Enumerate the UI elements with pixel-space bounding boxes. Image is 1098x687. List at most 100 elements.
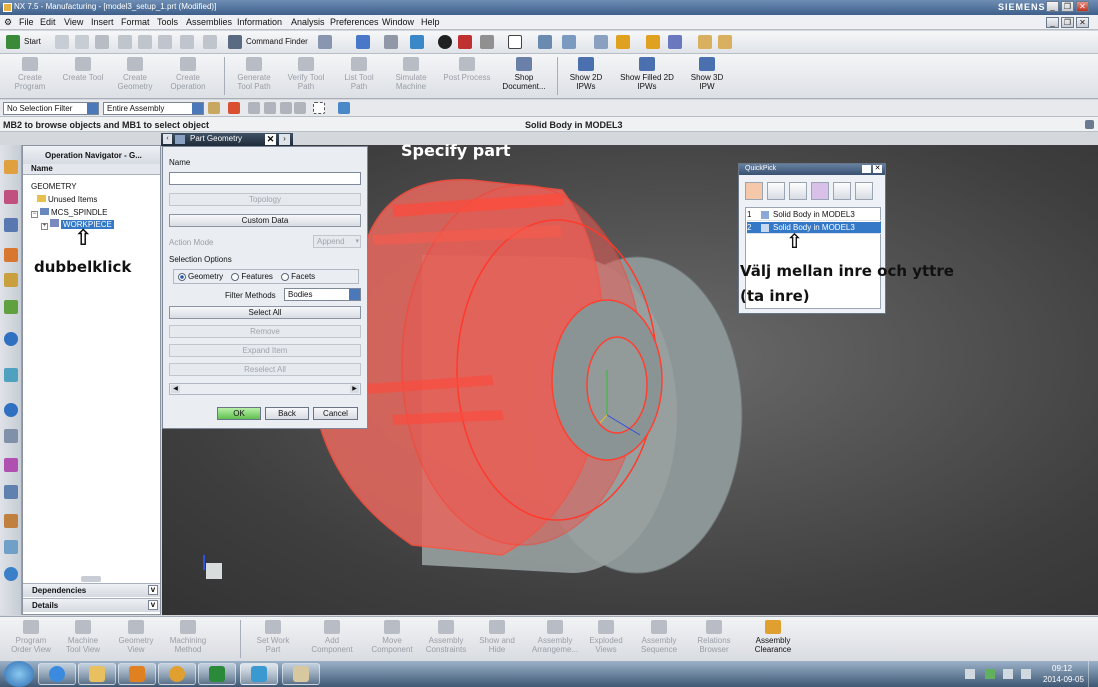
create-tool-button[interactable]: Create Tool bbox=[58, 57, 108, 82]
name-field[interactable] bbox=[169, 172, 361, 185]
chevron-down-icon[interactable]: v bbox=[148, 600, 158, 610]
web-browser-icon[interactable] bbox=[4, 332, 18, 346]
program-order-view-button[interactable]: Program Order View bbox=[6, 620, 56, 654]
open-file-icon[interactable] bbox=[75, 35, 89, 49]
geometry-radio[interactable]: Geometry bbox=[178, 272, 223, 281]
geometry-view-button[interactable]: Geometry View bbox=[112, 620, 160, 654]
angle-icon[interactable] bbox=[718, 35, 732, 49]
quickpick-minimize-icon[interactable] bbox=[862, 165, 871, 173]
shaded-icon[interactable] bbox=[458, 35, 472, 49]
verify-toolpath-button[interactable]: Verify Tool Path bbox=[282, 57, 330, 91]
restore-button[interactable]: ❐ bbox=[1061, 1, 1074, 12]
filter-methods-select[interactable]: Bodies bbox=[284, 288, 361, 301]
show-3d-ipw-button[interactable]: Show 3D IPW bbox=[684, 57, 730, 91]
menu-help[interactable]: Help bbox=[421, 17, 440, 27]
delete-icon[interactable] bbox=[180, 35, 194, 49]
facets-radio[interactable]: Facets bbox=[281, 272, 315, 281]
list-toolpath-button[interactable]: List Tool Path bbox=[336, 57, 382, 91]
tree-row-geometry[interactable]: GEOMETRY bbox=[31, 182, 77, 191]
show-desktop-button[interactable] bbox=[1088, 661, 1098, 687]
save-icon[interactable] bbox=[95, 35, 109, 49]
menu-view[interactable]: View bbox=[64, 17, 83, 27]
system-scenes-icon[interactable] bbox=[4, 540, 18, 554]
start-icon[interactable] bbox=[6, 35, 20, 49]
back-button[interactable]: Back bbox=[265, 407, 309, 420]
menu-edit[interactable]: Edit bbox=[40, 17, 56, 27]
undo-icon[interactable] bbox=[203, 35, 217, 49]
add-component-button[interactable]: Add Component bbox=[306, 620, 358, 654]
set-work-part-button[interactable]: Set Work Part bbox=[250, 620, 296, 654]
wcs-icon[interactable] bbox=[562, 35, 576, 49]
snap-icon[interactable] bbox=[616, 35, 630, 49]
menu-file[interactable]: File bbox=[19, 17, 34, 27]
show-2d-ipw-button[interactable]: Show 2D IPWs bbox=[564, 57, 608, 91]
ok-button[interactable]: OK bbox=[217, 407, 261, 420]
paste-icon[interactable] bbox=[158, 35, 172, 49]
tree-row-workpiece[interactable]: + WORKPIECE bbox=[41, 219, 159, 231]
create-program-button[interactable]: Create Program bbox=[8, 57, 52, 91]
process-studio-icon[interactable] bbox=[4, 458, 18, 472]
clock-time[interactable]: 09:12 bbox=[1052, 664, 1072, 673]
selection-scope-select[interactable]: Entire Assembly bbox=[103, 102, 204, 115]
collapse-icon[interactable]: − bbox=[31, 211, 38, 218]
machining-feature-navigator-icon[interactable] bbox=[4, 273, 18, 287]
new-file-icon[interactable] bbox=[55, 35, 69, 49]
show-filled-2d-ipw-button[interactable]: Show Filled 2D IPWs bbox=[620, 57, 674, 91]
background-icon[interactable] bbox=[508, 35, 522, 49]
action-mode-select[interactable]: Append ▾ bbox=[313, 235, 361, 248]
generate-toolpath-button[interactable]: Generate Tool Path bbox=[232, 57, 276, 91]
face-filter-icon[interactable] bbox=[789, 182, 807, 200]
rotate-view-icon[interactable] bbox=[384, 35, 398, 49]
roles-icon[interactable] bbox=[4, 514, 18, 528]
tree-row-mcs-spindle[interactable]: − MCS_SPINDLE bbox=[31, 208, 107, 218]
system-materials-icon[interactable] bbox=[4, 429, 18, 443]
command-finder-button[interactable]: Command Finder bbox=[246, 37, 308, 46]
chevron-right-icon[interactable]: › bbox=[279, 134, 290, 145]
snap-point-icon[interactable] bbox=[228, 102, 240, 114]
dialog-close-icon[interactable]: ✕ bbox=[265, 134, 276, 145]
selection-tool-icon[interactable] bbox=[318, 35, 332, 49]
selection-filter-select[interactable]: No Selection Filter bbox=[3, 102, 99, 115]
details-panel[interactable]: Details v bbox=[23, 598, 160, 612]
quickpick-close-icon[interactable]: ✕ bbox=[873, 165, 882, 173]
assembly-clearance-button[interactable]: Assembly Clearance bbox=[748, 620, 798, 654]
render-style-icon[interactable] bbox=[438, 35, 452, 49]
menu-tools[interactable]: Tools bbox=[157, 17, 178, 27]
machine-tool-navigator-icon[interactable] bbox=[4, 248, 18, 262]
assembly-arrangements-button[interactable]: Assembly Arrangeme... bbox=[528, 620, 582, 654]
measure-icon[interactable] bbox=[646, 35, 660, 49]
menu-format[interactable]: Format bbox=[121, 17, 150, 27]
menu-assemblies[interactable]: Assemblies bbox=[186, 17, 232, 27]
create-geometry-button[interactable]: Create Geometry bbox=[112, 57, 158, 91]
chevron-left-icon[interactable]: ‹ bbox=[163, 134, 172, 144]
clock-icon[interactable] bbox=[4, 403, 18, 417]
history-icon[interactable] bbox=[4, 368, 18, 382]
simulate-machine-button[interactable]: Simulate Machine bbox=[388, 57, 434, 91]
scroll-thumb[interactable] bbox=[81, 576, 101, 582]
start-orb[interactable] bbox=[4, 661, 34, 687]
feature-filter-icon[interactable] bbox=[855, 182, 873, 200]
taskbar-internet-explorer[interactable] bbox=[38, 663, 76, 685]
clock-date[interactable]: 2014-09-05 bbox=[1043, 675, 1084, 684]
layer-icon[interactable] bbox=[538, 35, 552, 49]
component-filter-icon[interactable] bbox=[833, 182, 851, 200]
show-and-hide-button[interactable]: Show and Hide bbox=[474, 620, 520, 654]
manufacturing-wizards-icon[interactable] bbox=[4, 485, 18, 499]
menu-analysis[interactable]: Analysis bbox=[291, 17, 325, 27]
scroll-left-icon[interactable]: ◀ bbox=[171, 385, 180, 393]
exploded-views-button[interactable]: Exploded Views bbox=[584, 620, 628, 654]
menu-preferences[interactable]: Preferences bbox=[330, 17, 379, 27]
quickpick-item-selected[interactable]: 2 Solid Body in MODEL3 bbox=[747, 222, 881, 234]
constraint-navigator-icon[interactable] bbox=[4, 190, 18, 204]
general-selection-icon[interactable] bbox=[208, 102, 220, 114]
filter-icon[interactable] bbox=[668, 35, 682, 49]
tray-arrow-icon[interactable] bbox=[965, 669, 975, 679]
taskbar-excel[interactable] bbox=[198, 663, 236, 685]
select-all-button[interactable]: Select All bbox=[169, 306, 361, 319]
wireframe-icon[interactable] bbox=[480, 35, 494, 49]
tray-network-icon[interactable] bbox=[985, 669, 995, 679]
copy-icon[interactable] bbox=[138, 35, 152, 49]
taskbar-explorer[interactable] bbox=[78, 663, 116, 685]
reselect-all-button[interactable]: Reselect All bbox=[169, 363, 361, 376]
scroll-right-icon[interactable]: ▶ bbox=[350, 385, 359, 393]
